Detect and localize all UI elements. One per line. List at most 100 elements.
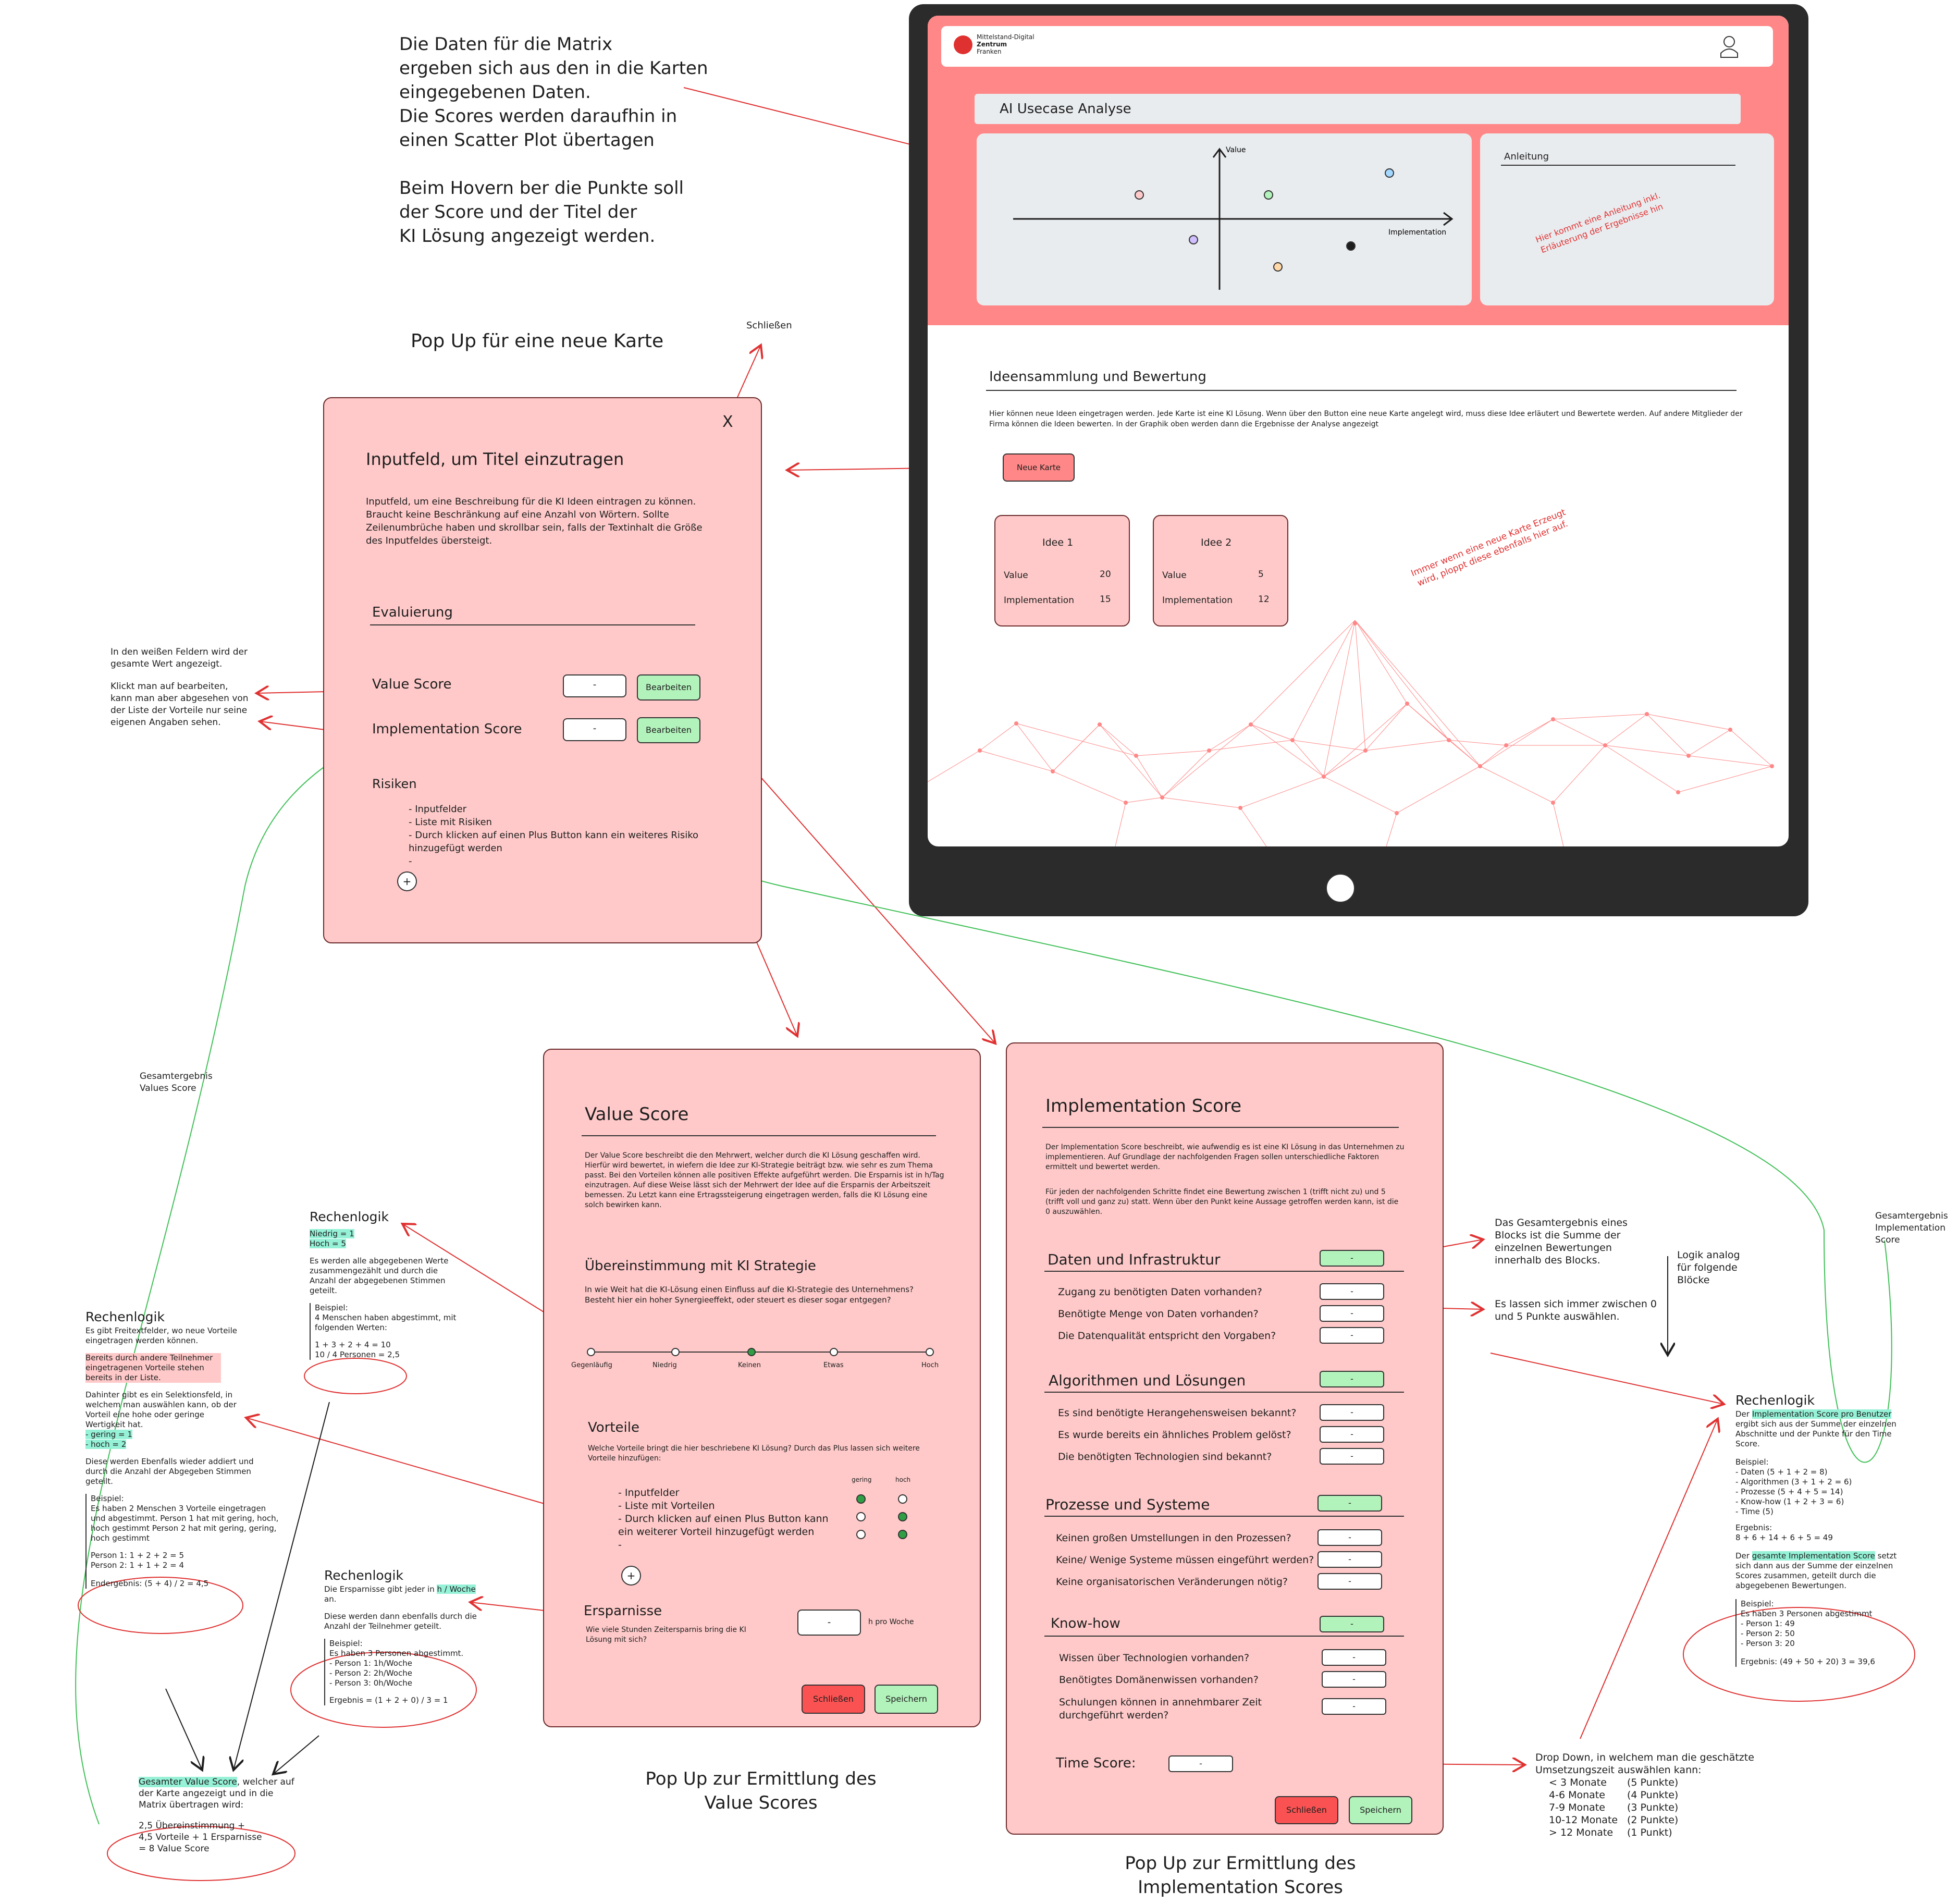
ex-title: Beispiel:: [329, 1639, 363, 1648]
strategy-logic: Rechenlogik Niedrig = 1 Hoch = 5 Es werd…: [310, 1208, 461, 1360]
question-input[interactable]: -: [1320, 1305, 1384, 1322]
question-input[interactable]: -: [1320, 1448, 1384, 1465]
savings-input[interactable]: -: [797, 1610, 861, 1636]
idea-card[interactable]: Idee 1 Value 20 Implementation 15: [994, 515, 1130, 627]
radio-high[interactable]: [898, 1512, 907, 1521]
question-input[interactable]: -: [1320, 1327, 1384, 1344]
question: Wissen über Technologien vorhanden?: [1059, 1652, 1250, 1664]
scatter-point[interactable]: [1346, 241, 1356, 251]
question-input[interactable]: -: [1322, 1698, 1386, 1715]
ex-item: - Know-how (1 + 2 + 3 = 6): [1735, 1497, 1844, 1506]
note-line: ergeben sich aus den in die Karten: [399, 58, 708, 79]
idea-impl-label: Implementation: [1004, 595, 1074, 606]
radio-low[interactable]: [856, 1530, 866, 1539]
slider-stop[interactable]: [587, 1348, 595, 1356]
new-card-popup: X Inputfeld, um Titel einzutragen Inputf…: [323, 397, 762, 943]
result-title: Ergebnis:: [1735, 1523, 1772, 1532]
scatter-point[interactable]: [1385, 168, 1394, 178]
total-value-note: Gesamter Value Score, welcher auf der Ka…: [139, 1776, 300, 1854]
ex-item: - Daten (5 + 1 + 2 = 8): [1735, 1467, 1828, 1477]
scatter-point[interactable]: [1189, 235, 1198, 244]
question-input[interactable]: -: [1320, 1404, 1384, 1421]
dropdown-range: 10-12 Monate: [1549, 1814, 1618, 1826]
value-score-popup: Value Score Der Value Score beschreibt d…: [543, 1049, 981, 1727]
advantages-radios[interactable]: [846, 1491, 919, 1558]
logic-p: Dahinter gibt es ein Selektionsfeld, in …: [85, 1390, 237, 1429]
strategy-title: Übereinstimmung mit KI Strategie: [585, 1258, 816, 1274]
logo-line: Zentrum: [977, 41, 1007, 48]
save-button[interactable]: Speichern: [875, 1685, 938, 1714]
dropdown-row: > 12 Monate (1 Punkt): [1549, 1826, 1759, 1839]
edit-impl-button[interactable]: Bearbeiten: [637, 717, 700, 743]
highlight: h / Woche: [437, 1584, 476, 1594]
dropdown-points: (3 Punkte): [1627, 1802, 1679, 1813]
ex: Beispiel: Es haben 2 Menschen 3 Vorteile…: [85, 1494, 279, 1589]
slider-stop[interactable]: [671, 1348, 680, 1356]
radio-low[interactable]: [856, 1494, 866, 1504]
calc: Endergebnis: (5 + 4) / 2 = 4,5: [91, 1579, 209, 1588]
home-button[interactable]: [1326, 874, 1355, 903]
radio-low[interactable]: [856, 1512, 866, 1521]
section-sum: -: [1317, 1495, 1382, 1512]
value-popup-divider: [582, 1135, 936, 1136]
user-icon[interactable]: [1718, 33, 1741, 58]
advantage-item: -: [618, 1539, 622, 1551]
slider-stop[interactable]: [926, 1348, 934, 1356]
question-input[interactable]: -: [1317, 1551, 1382, 1568]
logic-p1: Die Ersparnisse gibt jeder in h / Woche …: [324, 1584, 481, 1604]
instructions-divider: [1501, 165, 1735, 166]
ex-item: - Person 2: 50: [1741, 1629, 1795, 1638]
left-note: In den weißen Feldern wird der gesamte W…: [110, 646, 250, 729]
question-input[interactable]: -: [1317, 1529, 1382, 1546]
time-score-dropdown[interactable]: -: [1168, 1755, 1233, 1772]
highlight: Gesamter Value Score: [139, 1777, 237, 1787]
description-input[interactable]: Inputfeld, um eine Beschreibung für die …: [366, 495, 710, 547]
arrow-sav-total-2: [273, 1735, 319, 1774]
ellipse-strategy: [304, 1358, 407, 1394]
save-button[interactable]: Speichern: [1349, 1796, 1412, 1824]
risk-text: Durch klicken auf einen Plus Button kann…: [409, 830, 699, 854]
col-high: hoch: [895, 1476, 911, 1483]
impl-popup-divider: [1042, 1127, 1399, 1128]
risks-list: - Inputfelder - Liste mit Risiken - Durc…: [397, 803, 700, 868]
radio-high[interactable]: [898, 1494, 907, 1504]
dropdown-range: 4-6 Monate: [1549, 1789, 1605, 1801]
add-advantage-button[interactable]: +: [621, 1566, 641, 1586]
add-risk-button[interactable]: +: [397, 871, 417, 891]
arrow-advantages-logic: [246, 1418, 594, 1518]
question-input[interactable]: -: [1320, 1426, 1384, 1443]
scatter-point[interactable]: [1264, 190, 1273, 200]
impl-popup-caption: Pop Up zur Ermittlung des Implementation…: [1125, 1853, 1356, 1898]
idea-card[interactable]: Idee 2 Value 5 Implementation 12: [1153, 515, 1288, 627]
section-title: Know-how: [1051, 1616, 1120, 1631]
strategy-slider[interactable]: [575, 1342, 951, 1362]
question-input[interactable]: -: [1322, 1649, 1386, 1666]
close-button[interactable]: Schließen: [802, 1685, 865, 1714]
ex: Beispiel: 4 Menschen haben abgestimmt, m…: [310, 1303, 461, 1360]
highlight: - hoch = 2: [85, 1440, 127, 1449]
question: Keinen großen Umstellungen in den Prozes…: [1056, 1532, 1291, 1544]
close-button[interactable]: Schließen: [1275, 1796, 1338, 1824]
question-input[interactable]: -: [1317, 1573, 1382, 1590]
slider-stop[interactable]: [830, 1348, 838, 1356]
slider-stop-selected[interactable]: [747, 1348, 756, 1356]
scatter-point[interactable]: [1135, 190, 1144, 200]
arrow-impl-logic: [1490, 1353, 1724, 1404]
scatter-point[interactable]: [1273, 262, 1283, 272]
ex-item: - Time (5): [1735, 1507, 1774, 1516]
arrow-dropdown-logic: [1580, 1419, 1718, 1739]
arrow-adv-total: [165, 1688, 202, 1770]
question-input[interactable]: -: [1320, 1283, 1384, 1300]
new-card-button[interactable]: Neue Karte: [1003, 453, 1075, 482]
radio-high[interactable]: [898, 1530, 907, 1539]
title-input[interactable]: Inputfeld, um Titel einzutragen: [366, 449, 624, 469]
question-input[interactable]: -: [1322, 1671, 1386, 1688]
close-icon[interactable]: X: [722, 413, 733, 431]
idea-impl-label: Implementation: [1162, 595, 1233, 606]
edit-value-button[interactable]: Bearbeiten: [637, 674, 700, 701]
ex-item: - Person 3: 20: [1741, 1639, 1795, 1648]
